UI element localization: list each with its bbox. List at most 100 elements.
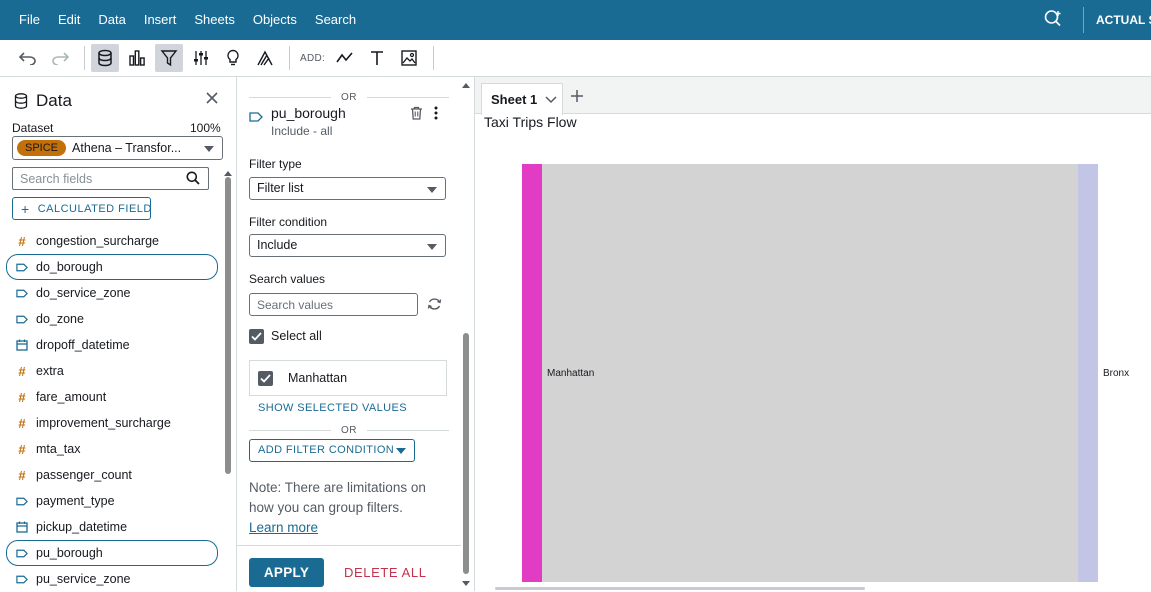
field-item[interactable]: # passenger_count bbox=[6, 462, 218, 488]
menu-item-data[interactable]: Data bbox=[89, 0, 134, 40]
scrollbar-thumb[interactable] bbox=[225, 177, 231, 474]
field-item[interactable]: # improvement_surcharge bbox=[6, 410, 218, 436]
themes-icon[interactable] bbox=[251, 44, 279, 72]
account-menu[interactable]: ACTUAL SE bbox=[1096, 13, 1151, 27]
menu-item-search[interactable]: Search bbox=[306, 0, 365, 40]
sheet-tab-bar: Sheet 1 bbox=[475, 77, 1151, 115]
data-panel: Data Dataset 100% SPICE Athena – Transfo… bbox=[0, 77, 237, 591]
horizontal-scrollbar[interactable] bbox=[495, 587, 865, 590]
measure-hash-icon: # bbox=[18, 467, 26, 483]
visual-title: Taxi Trips Flow bbox=[484, 114, 577, 130]
search-icon[interactable] bbox=[186, 171, 200, 190]
field-item[interactable]: # congestion_surcharge bbox=[6, 228, 218, 254]
field-name: do_borough bbox=[36, 260, 103, 274]
menu-item-file[interactable]: File bbox=[10, 0, 49, 40]
dataset-label: Dataset bbox=[12, 121, 54, 135]
undo-icon[interactable] bbox=[14, 44, 42, 72]
filter-summary: Include - all bbox=[271, 124, 333, 138]
add-visual-line-icon[interactable] bbox=[331, 44, 359, 72]
field-item[interactable]: pickup_datetime bbox=[6, 514, 218, 540]
measure-hash-icon: # bbox=[18, 441, 26, 457]
spice-badge: SPICE bbox=[17, 140, 67, 156]
parameters-sliders-icon[interactable] bbox=[187, 44, 215, 72]
menu-bar: File Edit Data Insert Sheets Objects Search AC… bbox=[0, 0, 1151, 40]
delete-all-button[interactable]: DELETE ALL bbox=[344, 565, 427, 580]
data-panel-scrollbar[interactable] bbox=[224, 171, 232, 575]
field-item[interactable]: # extra bbox=[6, 358, 218, 384]
field-name: payment_type bbox=[36, 494, 115, 508]
sankey-link[interactable] bbox=[542, 164, 1078, 582]
visualize-bar-chart-icon[interactable] bbox=[123, 44, 151, 72]
dimension-tag-icon bbox=[16, 575, 28, 584]
add-filter-condition-button[interactable]: ADD FILTER CONDITION bbox=[249, 439, 415, 462]
redo-icon[interactable] bbox=[46, 44, 74, 72]
trash-icon[interactable] bbox=[410, 106, 423, 125]
menu-item-edit[interactable]: Edit bbox=[49, 0, 89, 40]
dimension-tag-icon bbox=[249, 109, 263, 127]
field-item[interactable]: # mta_tax bbox=[6, 436, 218, 462]
toolbar-divider bbox=[289, 46, 290, 70]
filter-panel-scrollbar[interactable] bbox=[462, 83, 470, 588]
show-selected-values-link[interactable]: SHOW SELECTED VALUES bbox=[258, 402, 407, 414]
chevron-down-icon bbox=[204, 146, 214, 152]
menu-item-insert[interactable]: Insert bbox=[135, 0, 186, 40]
field-item[interactable]: pu_service_zone bbox=[6, 566, 218, 592]
field-name: pickup_datetime bbox=[36, 520, 128, 534]
insights-lightbulb-icon[interactable] bbox=[219, 44, 247, 72]
field-name: dropoff_datetime bbox=[36, 338, 130, 352]
spice-percent: 100% bbox=[190, 121, 221, 135]
calculated-field-button[interactable]: + CALCULATED FIELD bbox=[12, 197, 151, 220]
learn-more-link[interactable]: Learn more bbox=[249, 520, 318, 535]
scrollbar-thumb[interactable] bbox=[463, 333, 469, 574]
field-name: pu_service_zone bbox=[36, 572, 131, 586]
apply-button[interactable]: APPLY bbox=[249, 558, 324, 587]
filter-funnel-icon[interactable] bbox=[155, 44, 183, 72]
sankey-node[interactable] bbox=[522, 164, 542, 582]
field-item[interactable]: dropoff_datetime bbox=[6, 332, 218, 358]
filter-panel: OR pu_borough Include - all Filter type … bbox=[237, 77, 475, 591]
or-divider: OR bbox=[249, 423, 449, 437]
close-icon[interactable] bbox=[205, 91, 219, 110]
field-item[interactable]: do_borough bbox=[6, 254, 218, 280]
field-item[interactable]: pu_borough bbox=[6, 540, 218, 566]
filter-field-name: pu_borough bbox=[271, 105, 346, 121]
add-text-icon[interactable] bbox=[363, 44, 391, 72]
field-item[interactable]: do_service_zone bbox=[6, 280, 218, 306]
select-all-checkbox[interactable] bbox=[249, 329, 264, 344]
measure-hash-icon: # bbox=[18, 415, 26, 431]
add-sheet-search-icon[interactable] bbox=[1043, 8, 1063, 33]
filter-condition-select[interactable]: Include bbox=[249, 234, 446, 257]
tab-sheet-1[interactable]: Sheet 1 bbox=[481, 83, 563, 115]
toolbar-divider bbox=[84, 46, 85, 70]
more-options-icon[interactable] bbox=[434, 106, 438, 125]
sankey-chart[interactable]: Manhattan Bronx bbox=[475, 155, 1151, 587]
add-image-icon[interactable] bbox=[395, 44, 423, 72]
menu-item-objects[interactable]: Objects bbox=[244, 0, 306, 40]
filter-footer-divider bbox=[237, 545, 461, 546]
chevron-down-icon bbox=[427, 187, 437, 193]
value-checkbox-manhattan[interactable] bbox=[258, 371, 273, 386]
field-item[interactable]: do_zone bbox=[6, 306, 218, 332]
calculated-field-label: CALCULATED FIELD bbox=[37, 202, 152, 215]
sankey-node[interactable] bbox=[1078, 164, 1098, 582]
note-text: Note: There are limitations on how you c… bbox=[249, 480, 426, 515]
database-icon bbox=[14, 93, 28, 109]
filter-value-label: Manhattan bbox=[288, 371, 348, 385]
search-values-input[interactable] bbox=[249, 293, 418, 316]
refresh-icon[interactable] bbox=[427, 297, 442, 316]
sankey-node-label: Bronx bbox=[1103, 368, 1129, 379]
dataset-select[interactable]: SPICE Athena – Transfor... bbox=[12, 136, 223, 160]
data-panel-title-text: Data bbox=[36, 91, 72, 110]
filter-type-select[interactable]: Filter list bbox=[249, 177, 446, 200]
search-fields-input[interactable] bbox=[12, 167, 209, 190]
menu-item-sheets[interactable]: Sheets bbox=[185, 0, 243, 40]
field-item[interactable]: payment_type bbox=[6, 488, 218, 514]
add-sheet-plus-icon[interactable] bbox=[570, 89, 584, 108]
chevron-down-icon[interactable] bbox=[545, 92, 557, 107]
plus-icon: + bbox=[21, 200, 30, 217]
data-panel-database-icon[interactable] bbox=[91, 44, 119, 72]
field-item[interactable]: # fare_amount bbox=[6, 384, 218, 410]
measure-hash-icon: # bbox=[18, 363, 26, 379]
calendar-icon bbox=[16, 339, 28, 351]
or-divider: OR bbox=[249, 90, 449, 104]
